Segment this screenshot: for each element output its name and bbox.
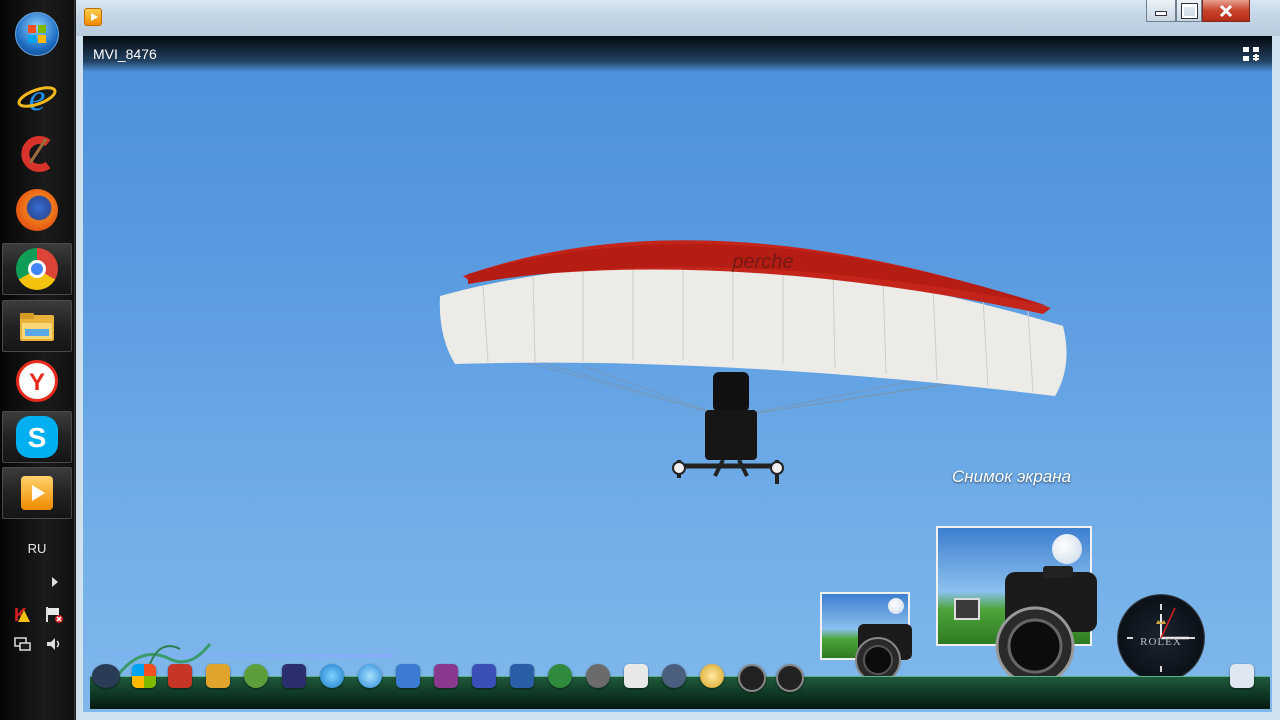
taskbar-internet-explorer[interactable]: e bbox=[2, 72, 72, 124]
dock-document-icon[interactable] bbox=[472, 664, 496, 688]
video-top-overlay: MVI_8476 bbox=[83, 36, 1272, 72]
dock-gauge-icon[interactable] bbox=[738, 664, 766, 692]
dock-folder-icon[interactable] bbox=[206, 664, 230, 688]
action-center-flag-icon[interactable] bbox=[44, 604, 64, 624]
close-button[interactable] bbox=[1202, 0, 1250, 22]
dock-meter-icon[interactable] bbox=[776, 664, 804, 692]
dock-winrar-icon[interactable] bbox=[434, 664, 458, 688]
taskbar-yandex[interactable]: Y bbox=[2, 355, 72, 407]
dock-network-icon[interactable] bbox=[358, 664, 382, 688]
close-icon bbox=[1219, 4, 1233, 17]
taskbar-skype[interactable]: S bbox=[2, 411, 72, 463]
monitor-icon bbox=[954, 598, 980, 620]
internet-explorer-icon: e bbox=[16, 77, 58, 119]
dock-globe-icon[interactable] bbox=[320, 664, 344, 688]
taskbar-ccleaner[interactable] bbox=[2, 128, 72, 180]
snapshot-widget-label: Снимок экрана bbox=[952, 467, 1072, 486]
folder-icon bbox=[16, 305, 58, 347]
video-title: MVI_8476 bbox=[93, 46, 157, 62]
moon-icon bbox=[888, 598, 904, 614]
start-button[interactable] bbox=[2, 8, 72, 60]
windows-orb-icon bbox=[15, 12, 59, 56]
dock-recycle-bin-icon[interactable] bbox=[1230, 664, 1254, 688]
svg-text:S: S bbox=[28, 422, 47, 453]
show-hidden-icons-arrow-icon[interactable] bbox=[52, 577, 58, 587]
taskbar-firefox[interactable] bbox=[2, 184, 72, 236]
network-icon[interactable] bbox=[12, 634, 32, 654]
dock-xbox-icon[interactable] bbox=[244, 664, 268, 688]
dock-windows-icon[interactable] bbox=[132, 664, 156, 688]
dock-gear-icon[interactable] bbox=[586, 664, 610, 688]
minimize-button[interactable] bbox=[1146, 0, 1176, 22]
svg-text:e: e bbox=[29, 77, 46, 119]
dock-light-icon[interactable] bbox=[700, 664, 724, 688]
taskbar: e Y S RU K bbox=[0, 0, 75, 720]
maximize-icon bbox=[1180, 2, 1198, 19]
window-title-bar[interactable] bbox=[76, 0, 1280, 36]
moon-large-icon bbox=[1052, 534, 1082, 564]
maximize-button[interactable] bbox=[1176, 0, 1202, 22]
taskbar-file-explorer[interactable] bbox=[2, 300, 72, 352]
svg-text:Y: Y bbox=[29, 369, 45, 396]
dock-mail-icon[interactable] bbox=[624, 664, 648, 688]
firefox-icon bbox=[16, 189, 58, 231]
nexus-dock bbox=[80, 643, 1272, 712]
clock-brand: ROLEX bbox=[1140, 636, 1182, 648]
ccleaner-icon bbox=[16, 133, 58, 175]
dock-settings-icon[interactable] bbox=[396, 664, 420, 688]
chrome-icon bbox=[16, 248, 58, 290]
taskbar-media-player[interactable] bbox=[2, 467, 72, 519]
media-player-app-icon bbox=[84, 8, 102, 26]
video-canvas[interactable]: perche MVI_8476 Снимок экрана ROLEX bbox=[83, 36, 1272, 712]
kaspersky-icon[interactable]: K bbox=[12, 604, 32, 625]
dock-nexus-logo-icon[interactable] bbox=[92, 664, 120, 688]
svg-text:perche: perche bbox=[731, 251, 793, 273]
dock-equalizer-icon[interactable] bbox=[282, 664, 306, 688]
yandex-icon: Y bbox=[16, 360, 58, 402]
media-player-icon bbox=[21, 476, 53, 510]
dock-control-panel-icon[interactable] bbox=[662, 664, 686, 688]
dock-word-icon[interactable] bbox=[510, 664, 534, 688]
dock-recycle-icon[interactable] bbox=[548, 664, 572, 688]
minimize-icon bbox=[1155, 11, 1167, 16]
dock-ccleaner-icon[interactable] bbox=[168, 664, 192, 688]
language-indicator[interactable]: RU bbox=[0, 541, 74, 556]
skype-icon: S bbox=[16, 416, 58, 458]
volume-icon[interactable] bbox=[44, 634, 64, 654]
taskbar-chrome[interactable] bbox=[2, 243, 72, 295]
exit-fullscreen-icon bbox=[1243, 47, 1259, 61]
exit-fullscreen-button[interactable] bbox=[1242, 46, 1260, 62]
